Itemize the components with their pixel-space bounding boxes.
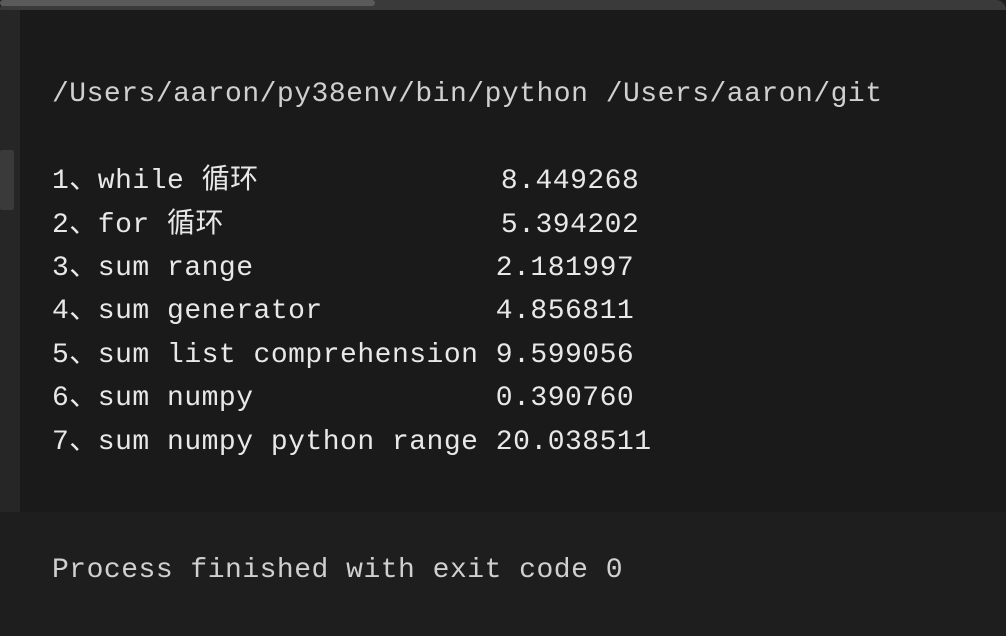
- terminal-output: /Users/aaron/py38env/bin/python /Users/a…: [0, 10, 1006, 512]
- exit-message: Process finished with exit code 0: [52, 549, 1006, 592]
- output-row: 5、sum list comprehension 9.599056: [52, 334, 1006, 377]
- row-value: 0.390760: [496, 377, 634, 420]
- output-row: 7、sum numpy python range 20.038511: [52, 421, 1006, 464]
- horizontal-scrollbar[interactable]: [0, 0, 375, 6]
- row-value: 8.449268: [501, 160, 639, 203]
- row-label: 7、sum numpy python range: [52, 421, 496, 464]
- output-row: 4、sum generator 4.856811: [52, 290, 1006, 333]
- row-value: 20.038511: [496, 421, 652, 464]
- row-label: 3、sum range: [52, 247, 496, 290]
- row-value: 9.599056: [496, 334, 634, 377]
- row-label: 5、sum list comprehension: [52, 334, 496, 377]
- row-value: 2.181997: [496, 247, 634, 290]
- left-gutter: [0, 10, 20, 512]
- output-row: 2、for 循环 5.394202: [52, 204, 1006, 247]
- row-label: 4、sum generator: [52, 290, 496, 333]
- command-line: /Users/aaron/py38env/bin/python /Users/a…: [52, 73, 1006, 116]
- output-row: 6、sum numpy 0.390760: [52, 377, 1006, 420]
- output-row: 3、sum range 2.181997: [52, 247, 1006, 290]
- row-label: 2、for 循环: [52, 204, 501, 247]
- row-value: 5.394202: [501, 204, 639, 247]
- window-chrome: [0, 0, 1006, 10]
- output-row: 1、while 循环 8.449268: [52, 160, 1006, 203]
- row-label: 6、sum numpy: [52, 377, 496, 420]
- row-label: 1、while 循环: [52, 160, 501, 203]
- gutter-marker: [0, 150, 14, 210]
- row-value: 4.856811: [496, 290, 634, 333]
